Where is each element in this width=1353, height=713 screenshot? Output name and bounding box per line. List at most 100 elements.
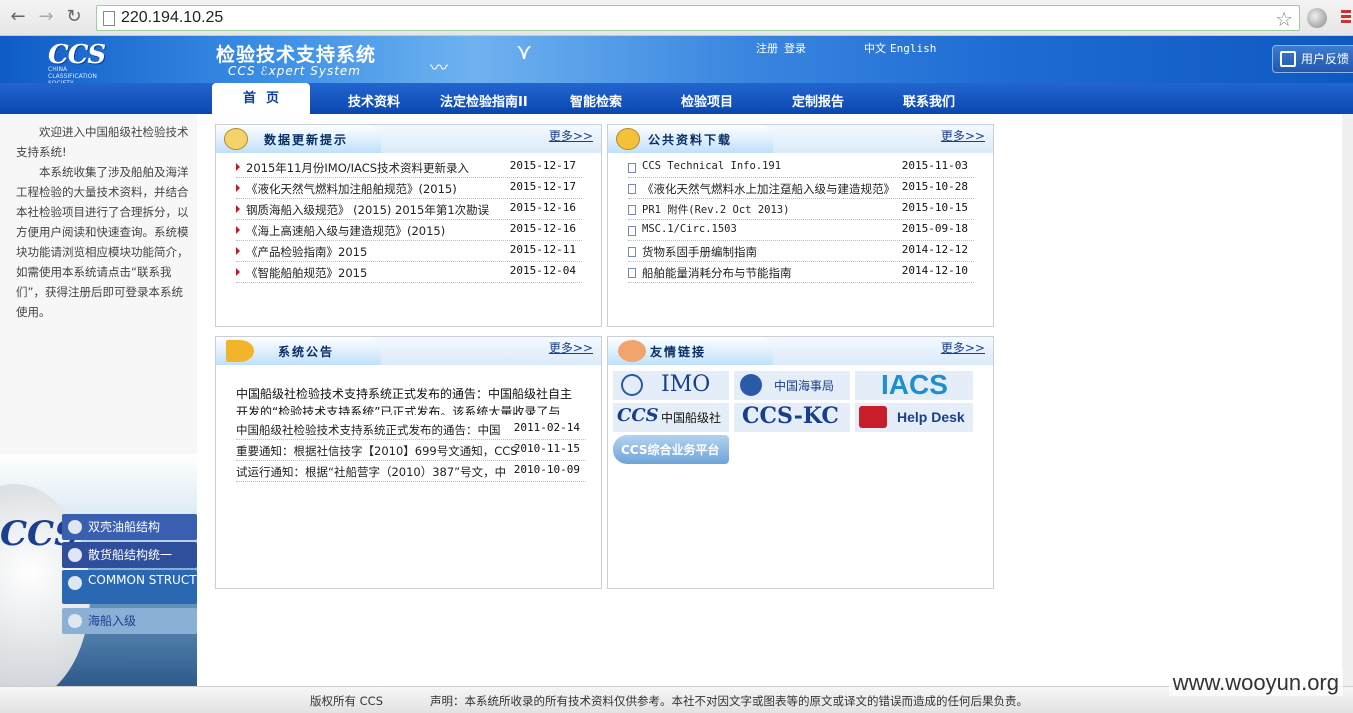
list-item[interactable]: CCS Technical Info.191 2015-11-03	[628, 157, 974, 178]
system-subtitle: CCS ℰxpert System	[228, 64, 361, 78]
seagull-icon: ⋎	[516, 40, 533, 65]
list-item[interactable]: 《海上高速船入级与建造规范》(2015) 2015-12-16	[236, 220, 582, 241]
site-footer: 版权所有 CCS 声明：本系统所收录的所有技术资料仅供参考。本社不对因文字或图表…	[0, 686, 1353, 713]
panel-title: 数据更新提示	[264, 133, 349, 147]
watermark: www.wooyun.org	[1168, 670, 1343, 696]
panel-notices: 系统公告 更多>> 中国船级社检验技术支持系统正式发布的通告：中国船级社自主开发…	[215, 336, 602, 589]
account-links: 注册 登录	[756, 40, 812, 56]
megaphone-icon	[226, 340, 254, 362]
intro-text: 欢迎进入中国船级社检验技术支持系统! 本系统收集了涉及船舶及海洋工程检验的大量技…	[16, 122, 190, 322]
nav-statutory-guide[interactable]: 法定检验指南II	[440, 91, 528, 110]
panel-header: 数据更新提示 更多>>	[216, 125, 601, 153]
list-item[interactable]: PR1 附件(Rev.2 Oct 2013) 2015-10-15	[628, 199, 974, 220]
copyright-text: 版权所有 CCS	[310, 694, 384, 708]
language-links: 中文 English	[864, 40, 940, 56]
login-link[interactable]: 登录	[784, 42, 806, 55]
more-link[interactable]: 更多>>	[941, 339, 985, 356]
nav-inspection-items[interactable]: 检验项目	[681, 91, 733, 110]
downloads-list: CCS Technical Info.191 2015-11-03 《液化天然气燃…	[628, 157, 974, 283]
link-msa[interactable]: 中国海事局	[734, 371, 850, 400]
left-sidebar: 欢迎进入中国船级社检验技术支持系统! 本系统收集了涉及船舶及海洋工程检验的大量技…	[0, 114, 197, 686]
list-item[interactable]: 《产品检验指南》2015 2015-12-11	[236, 241, 582, 262]
list-item[interactable]: MSC.1/Circ.1503 2015-09-18	[628, 220, 974, 241]
handshake-icon	[618, 340, 646, 362]
feedback-label: 用户反馈	[1301, 52, 1350, 66]
header-banner	[0, 36, 1353, 83]
globe-icon[interactable]	[1307, 8, 1327, 28]
link-iacs[interactable]: IACS	[855, 371, 973, 400]
book-spine: 散货船结构统一	[62, 542, 197, 568]
link-ccs[interactable]: CCS 中国船级社	[613, 403, 729, 432]
nav-custom-report[interactable]: 定制报告	[792, 91, 844, 110]
list-item[interactable]: 货物系固手册编制指南 2014-12-12	[628, 241, 974, 262]
menu-icon[interactable]	[1341, 10, 1351, 24]
nav-contact[interactable]: 联系我们	[903, 91, 955, 110]
lang-en-link[interactable]: English	[890, 42, 936, 55]
panel-title: 友情链接	[650, 345, 707, 359]
msa-emblem-icon	[740, 374, 762, 396]
link-help-desk[interactable]: Help Desk	[855, 403, 973, 432]
system-title: 检验技术支持系统	[216, 44, 377, 66]
panel-updates: 数据更新提示 更多>> 2015年11月份IMO/IACS技术资料更新录入 201…	[215, 124, 602, 327]
document-icon	[628, 163, 636, 173]
site-header: CCS CHINA CLASSIFICATION SOCIETY 检验技术支持系…	[0, 36, 1353, 114]
nav-tech-data[interactable]: 技术资料	[348, 91, 400, 110]
link-imo[interactable]: IMO	[613, 371, 729, 400]
imo-emblem-icon	[621, 374, 643, 396]
updates-list: 2015年11月份IMO/IACS技术资料更新录入 2015-12-17 《液化天…	[236, 157, 582, 283]
list-item[interactable]: 船舶能量消耗分布与节能指南 2014-12-10	[628, 262, 974, 283]
document-icon	[628, 247, 636, 257]
book-spine: 海船入级	[62, 608, 197, 634]
link-ccs-kc[interactable]: CCS-KC	[734, 403, 850, 432]
book-spine: 双壳油船结构	[62, 514, 197, 540]
ccs-logo[interactable]: CCS CHINA CLASSIFICATION SOCIETY	[48, 40, 112, 87]
panel-title: 公共资料下载	[648, 133, 733, 147]
helmet-books-image: CCS 双壳油船结构 散货船结构统一 COMMON STRUCTU (2nd D…	[0, 454, 197, 686]
book-spine: COMMON STRUCTU (2nd D	[62, 570, 197, 604]
more-link[interactable]: 更多>>	[941, 127, 985, 144]
panel-title: 系统公告	[278, 345, 335, 359]
nav-home[interactable]: 首页	[212, 83, 310, 114]
list-item[interactable]: 中国船级社检验技术支持系统正式发布的通告：中国 2011-02-14	[236, 419, 586, 440]
list-item[interactable]: 试运行通知：根据“社船营字（2010）387”号文，中 2010-10-09	[236, 461, 586, 482]
notice-headline[interactable]: 中国船级社检验技术支持系统正式发布的通告：中国船级社自主开发的“检验技术支持系统…	[236, 385, 581, 415]
document-icon	[628, 268, 636, 278]
download-icon	[616, 128, 640, 150]
intro-welcome: 欢迎进入中国船级社检验技术支持系统!	[16, 125, 189, 159]
back-icon[interactable]: ←	[8, 7, 28, 27]
list-item[interactable]: 2015年11月份IMO/IACS技术资料更新录入 2015-12-17	[236, 157, 582, 178]
link-ccs-platform[interactable]: CCS综合业务平台	[613, 435, 729, 464]
nav-smart-search[interactable]: 智能检索	[570, 91, 622, 110]
main-nav: 首页 技术资料 法定检验指南II 智能检索 检验项目 定制报告 联系我们	[0, 83, 1353, 114]
lang-cn-link[interactable]: 中文	[864, 42, 886, 55]
update-icon	[224, 128, 248, 150]
list-item[interactable]: 重要通知：根据社信技字【2010】699号文通知，CCS 2010-11-15	[236, 440, 586, 461]
more-link[interactable]: 更多>>	[549, 127, 593, 144]
register-link[interactable]: 注册	[756, 42, 778, 55]
browser-toolbar: ← → ↻ 220.194.10.25 ☆	[0, 0, 1353, 36]
scrollbar[interactable]	[1342, 114, 1353, 686]
panel-header: 友情链接 更多>>	[608, 337, 993, 365]
list-item[interactable]: 钢质海船入级规范》 (2015) 2015年第1次勘误 2015-12-16	[236, 199, 582, 220]
url-text[interactable]: 220.194.10.25	[121, 9, 223, 27]
page-icon	[103, 11, 115, 26]
bookmark-star-icon[interactable]: ☆	[1275, 7, 1293, 31]
reload-icon[interactable]: ↻	[64, 7, 84, 27]
panel-links: 友情链接 更多>> IMO 中国海事局 IACS CCS 中国船级社 CCS-K…	[607, 336, 994, 589]
document-icon	[628, 205, 636, 215]
list-item[interactable]: 《液化天然气燃料加注船舶规范》(2015) 2015-12-17	[236, 178, 582, 199]
address-bar[interactable]: 220.194.10.25 ☆	[96, 5, 1300, 31]
list-item[interactable]: 《液化天然气燃料水上加注趸船入级与建造规范》 2015-10-28	[628, 178, 974, 199]
document-icon	[628, 226, 636, 236]
notices-list: 中国船级社检验技术支持系统正式发布的通告：中国 2011-02-14 重要通知：根…	[236, 419, 586, 482]
forward-icon[interactable]: →	[36, 7, 56, 27]
feedback-button[interactable]: 用户反馈	[1272, 45, 1353, 73]
panel-header: 公共资料下载 更多>>	[608, 125, 993, 153]
help-desk-logo-icon	[859, 406, 887, 428]
seagull-icon: 〰	[430, 58, 448, 79]
document-icon	[628, 184, 636, 194]
feedback-icon	[1280, 51, 1296, 67]
more-link[interactable]: 更多>>	[549, 339, 593, 356]
list-item[interactable]: 《智能船舶规范》2015 2015-12-04	[236, 262, 582, 283]
declaration-text: 声明：本系统所收录的所有技术资料仅供参考。本社不对因文字或图表等的原文或译文的错…	[430, 694, 1028, 708]
